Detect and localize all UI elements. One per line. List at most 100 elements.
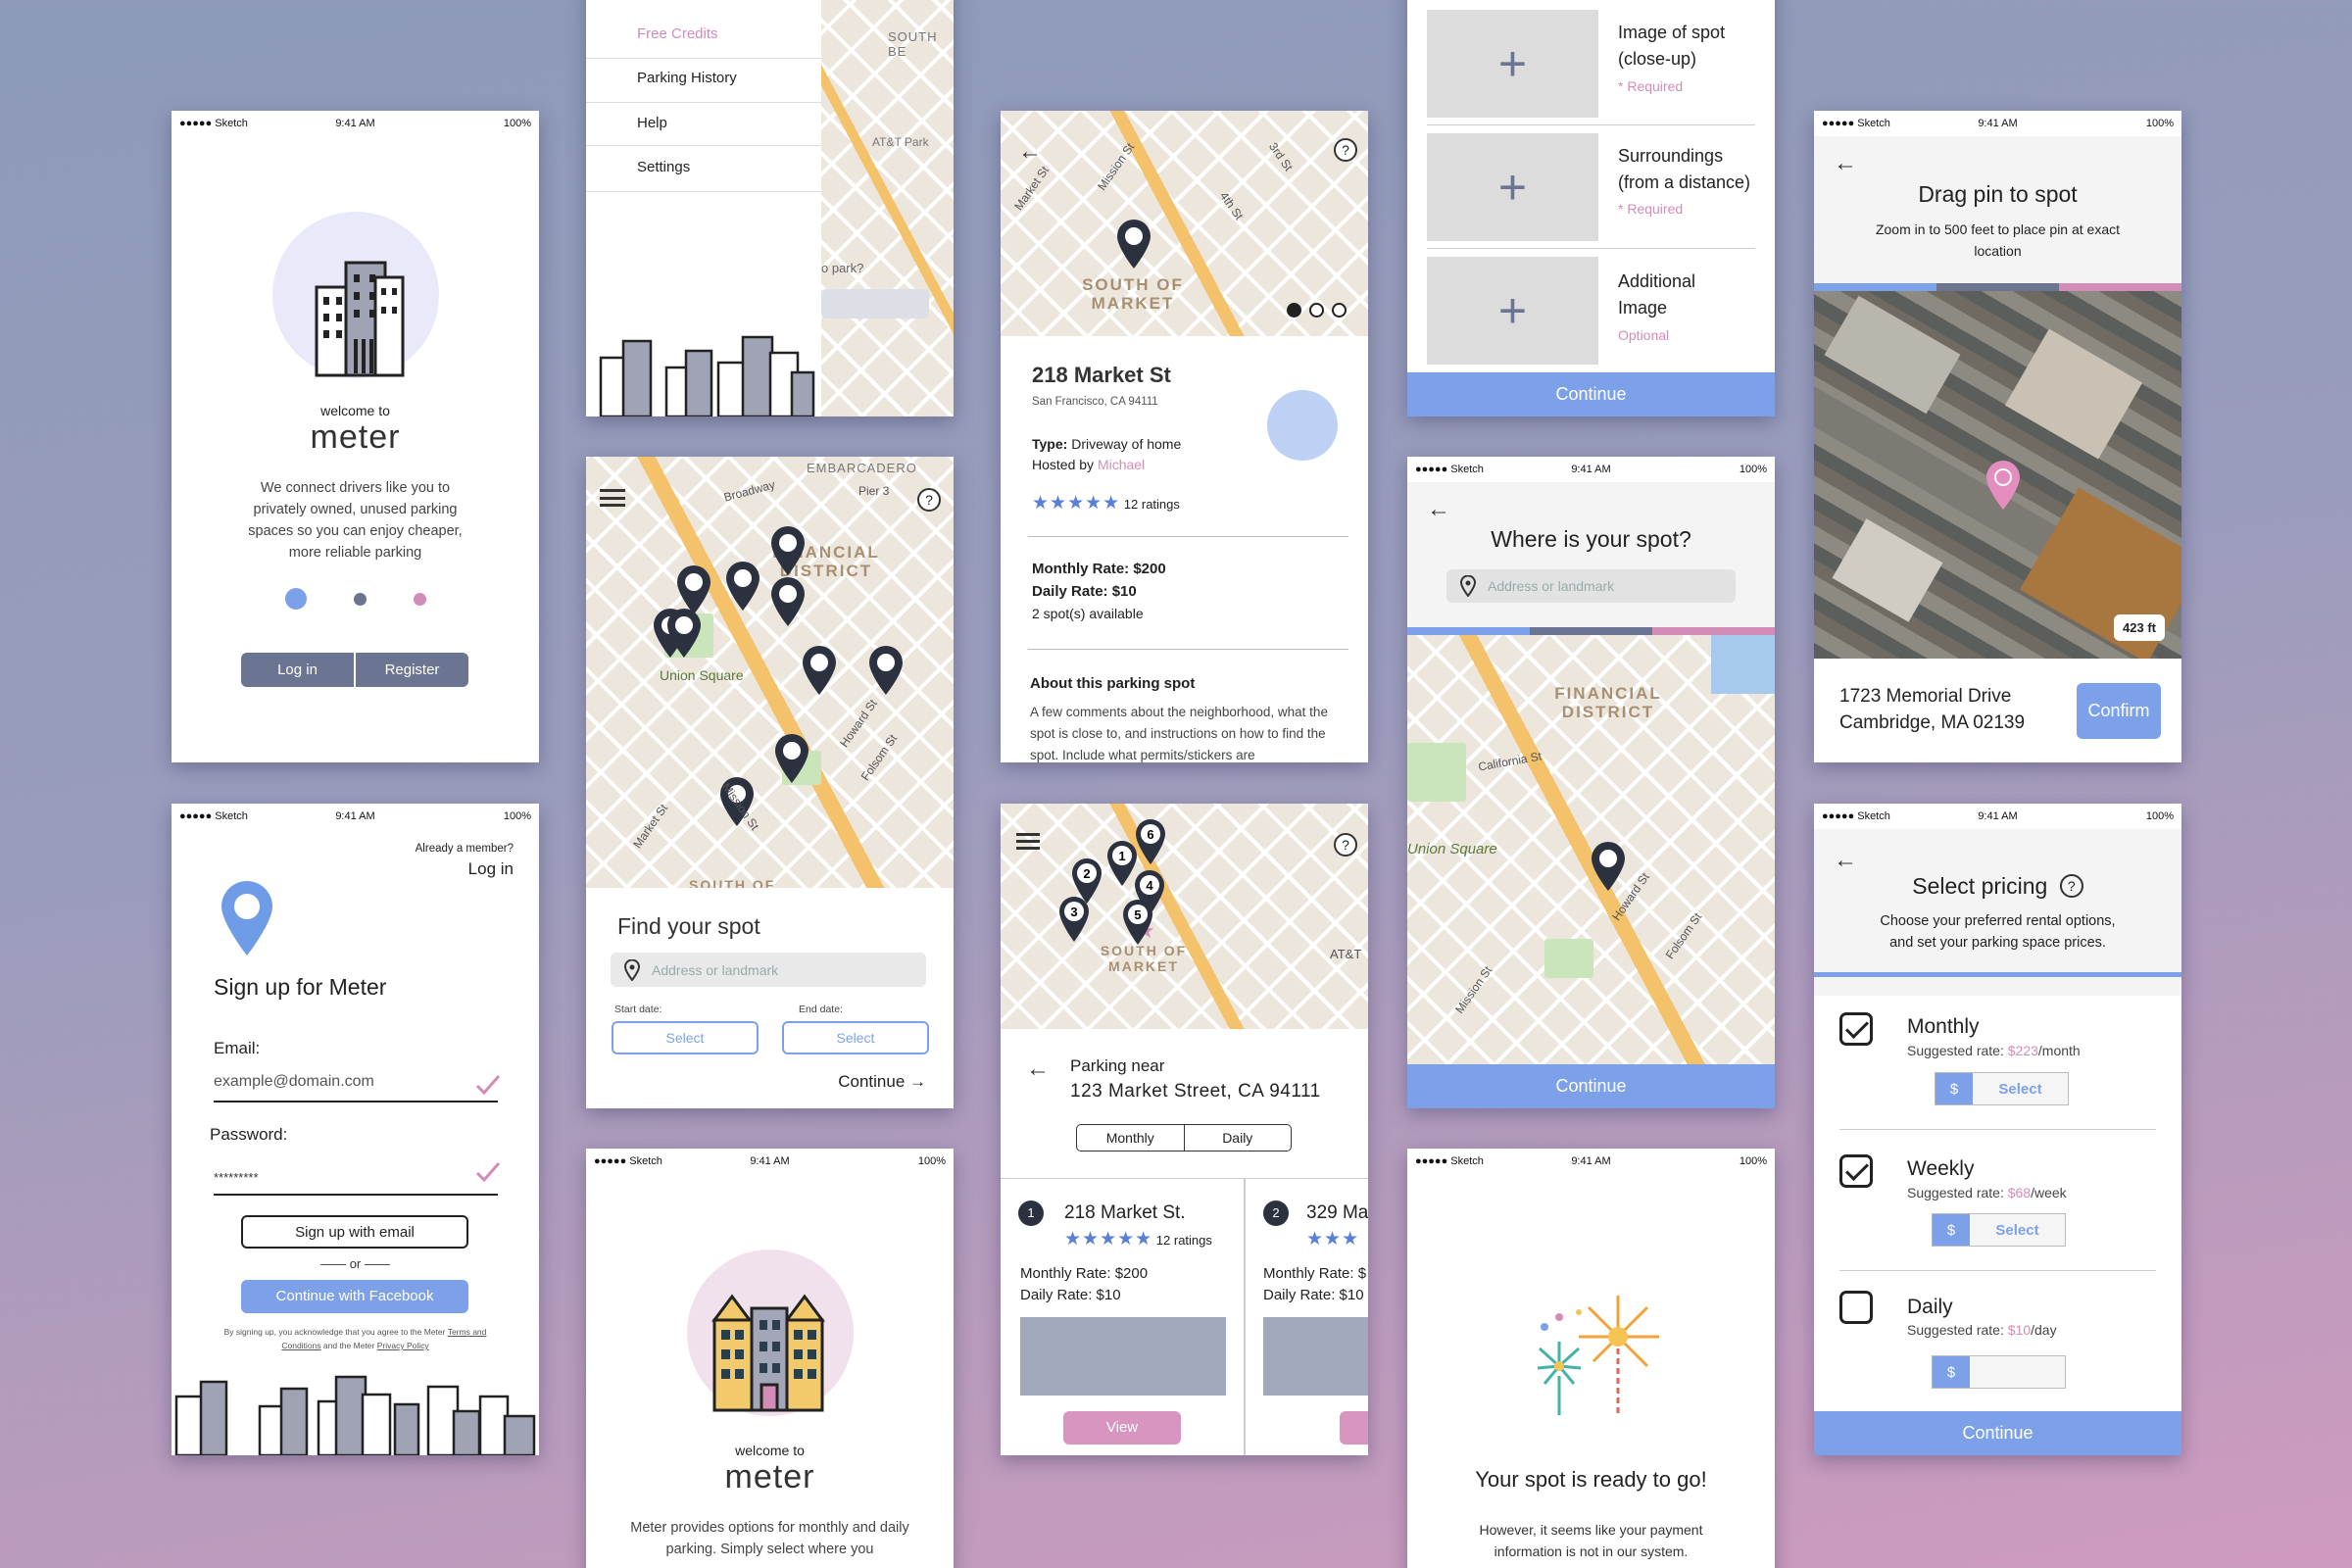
- map-pin-icon[interactable]: [768, 576, 808, 627]
- menu-item-free-credits[interactable]: Free Credits: [637, 25, 718, 42]
- option-name: Daily: [1907, 1296, 1953, 1318]
- find-title: Find your spot: [617, 913, 760, 939]
- menu-icon[interactable]: [600, 489, 625, 507]
- view-button[interactable]: View: [1063, 1411, 1181, 1445]
- continue-button[interactable]: Continue: [1407, 1064, 1775, 1108]
- price-select[interactable]: Select: [1973, 1073, 2068, 1104]
- login-button[interactable]: Log in: [241, 653, 356, 687]
- where-title: Where is your spot?: [1491, 526, 1691, 552]
- map-view[interactable]: SOUTH BE AT&T Park o park?: [821, 0, 954, 416]
- numbered-pin-icon[interactable]: 2: [1072, 858, 1102, 904]
- map-pin-icon[interactable]: [768, 525, 808, 576]
- menu-item-parking-history[interactable]: Parking History: [637, 70, 737, 86]
- map-pin-icon[interactable]: [664, 608, 704, 659]
- menu-item-help[interactable]: Help: [637, 115, 667, 131]
- rooftop: [1832, 518, 1943, 622]
- info-icon[interactable]: ?: [2059, 874, 2083, 898]
- carousel-dot[interactable]: [1332, 303, 1347, 318]
- monthly-price-input[interactable]: $ Select: [1935, 1072, 2069, 1105]
- price-select[interactable]: Select: [1970, 1214, 2065, 1246]
- host-name-link[interactable]: Michael: [1098, 457, 1145, 472]
- ready-body: However, it seems like your payment info…: [1479, 1522, 1703, 1559]
- back-arrow-icon[interactable]: ←: [1834, 847, 1857, 874]
- map-view[interactable]: FINANCIAL DISTRICT Union Square SOUTH OF…: [586, 457, 954, 888]
- brand-title: meter: [724, 1458, 815, 1495]
- map-pin-icon[interactable]: [866, 645, 906, 696]
- carousel-dot[interactable]: [1309, 303, 1324, 318]
- numbered-pin-icon[interactable]: 3: [1059, 897, 1089, 942]
- district-label: SOUTH OF: [689, 877, 776, 888]
- rating-stars: ★★★: [1306, 1229, 1360, 1250]
- help-icon[interactable]: ?: [1334, 138, 1357, 162]
- pricing-title-row: Select pricing ?: [1814, 873, 2181, 900]
- carousel-dot-active[interactable]: [1287, 303, 1301, 318]
- weekly-price-input[interactable]: $ Select: [1932, 1213, 2066, 1247]
- daily-checkbox[interactable]: [1839, 1291, 1873, 1324]
- progress-segment: [1652, 627, 1775, 635]
- facebook-button[interactable]: Continue with Facebook: [241, 1280, 468, 1313]
- search-placeholder: Address or landmark: [1488, 578, 1615, 594]
- continue-button[interactable]: Continue: [1814, 1411, 2181, 1455]
- satellite-map[interactable]: 423 ft: [1814, 291, 2181, 659]
- photo-slot[interactable]: +: [1427, 257, 1598, 365]
- back-arrow-icon[interactable]: ←: [1026, 1055, 1050, 1083]
- weekly-checkbox[interactable]: [1839, 1154, 1873, 1188]
- register-button[interactable]: Register: [356, 653, 468, 687]
- location-icon: [624, 958, 640, 981]
- help-icon[interactable]: ?: [917, 488, 941, 512]
- photo-slot[interactable]: +: [1427, 10, 1598, 118]
- price-select[interactable]: [1970, 1356, 2065, 1388]
- carousel-dots[interactable]: [1287, 303, 1347, 318]
- map-pin-icon[interactable]: [772, 733, 811, 784]
- monthly-checkbox[interactable]: [1839, 1012, 1873, 1046]
- map-view[interactable]: FINANCIAL DISTRICT Union Square Californ…: [1407, 635, 1775, 1064]
- map-pin-icon[interactable]: [1114, 219, 1153, 270]
- email-field[interactable]: example@domain.com: [214, 1073, 498, 1102]
- map-view[interactable]: SOUTH OF MARKET ← ? Market St Mission St…: [1001, 111, 1368, 336]
- street-label: 4th St: [1216, 189, 1247, 222]
- start-date-button[interactable]: Select: [612, 1021, 759, 1054]
- page-dot[interactable]: [413, 592, 426, 606]
- pin-number: 4: [1146, 878, 1153, 893]
- menu-item-settings[interactable]: Settings: [637, 159, 690, 175]
- page-dots[interactable]: [172, 588, 539, 610]
- password-field[interactable]: *********: [214, 1170, 498, 1196]
- tab-monthly[interactable]: Monthly: [1077, 1125, 1185, 1151]
- status-bar: ●●●●● Sketch 9:41 AM 100%: [586, 1149, 954, 1174]
- apartment-building-icon: [711, 1294, 825, 1412]
- tab-daily[interactable]: Daily: [1185, 1125, 1292, 1151]
- page-dot[interactable]: [353, 592, 367, 606]
- signup-email-button[interactable]: Sign up with email: [241, 1215, 468, 1249]
- street-label: Mission St: [1452, 963, 1495, 1016]
- page-dot-active[interactable]: [284, 588, 307, 610]
- result-card[interactable]: 1 218 Market St. ★★★★★ 12 ratings Monthl…: [1001, 1179, 1246, 1455]
- continue-button[interactable]: Continue: [1407, 372, 1775, 416]
- drop-pin-icon[interactable]: [1984, 460, 2023, 511]
- photo-slot[interactable]: +: [1427, 133, 1598, 241]
- view-button[interactable]: [1340, 1411, 1368, 1445]
- header-underline: [1814, 972, 2181, 977]
- host-avatar[interactable]: [1267, 390, 1338, 461]
- login-link[interactable]: Log in: [468, 859, 514, 879]
- numbered-pin-icon[interactable]: 5: [1123, 900, 1152, 945]
- continue-link[interactable]: Continue →: [838, 1072, 926, 1092]
- daily-price-input[interactable]: $: [1932, 1355, 2066, 1389]
- status-bar: ●●●●● Sketch 9:41 AM 100%: [1814, 804, 2181, 829]
- back-arrow-icon[interactable]: ←: [1018, 138, 1042, 166]
- end-date-button[interactable]: Select: [782, 1021, 929, 1054]
- map-pin-icon[interactable]: [800, 645, 839, 696]
- result-card[interactable]: 2 329 Ma ★★★ Monthly Rate: $ Daily Rate:…: [1248, 1179, 1368, 1455]
- confirm-button[interactable]: Confirm: [2077, 683, 2161, 739]
- district-label: SOUTH OF MARKET: [1082, 275, 1184, 313]
- privacy-link[interactable]: Privacy Policy: [377, 1341, 429, 1350]
- numbered-pin-icon[interactable]: 6: [1136, 819, 1165, 864]
- search-input[interactable]: Address or landmark: [611, 953, 926, 987]
- divider: [586, 191, 821, 192]
- numbered-pin-icon[interactable]: 1: [1107, 841, 1137, 886]
- search-input[interactable]: Address or landmark: [1446, 569, 1736, 603]
- back-arrow-icon[interactable]: ←: [1427, 496, 1450, 523]
- map-pin-icon[interactable]: [723, 561, 762, 612]
- map-pin-icon[interactable]: [1589, 841, 1628, 892]
- carrier: ●●●●● Sketch: [1415, 464, 1484, 475]
- back-arrow-icon[interactable]: ←: [1834, 150, 1857, 177]
